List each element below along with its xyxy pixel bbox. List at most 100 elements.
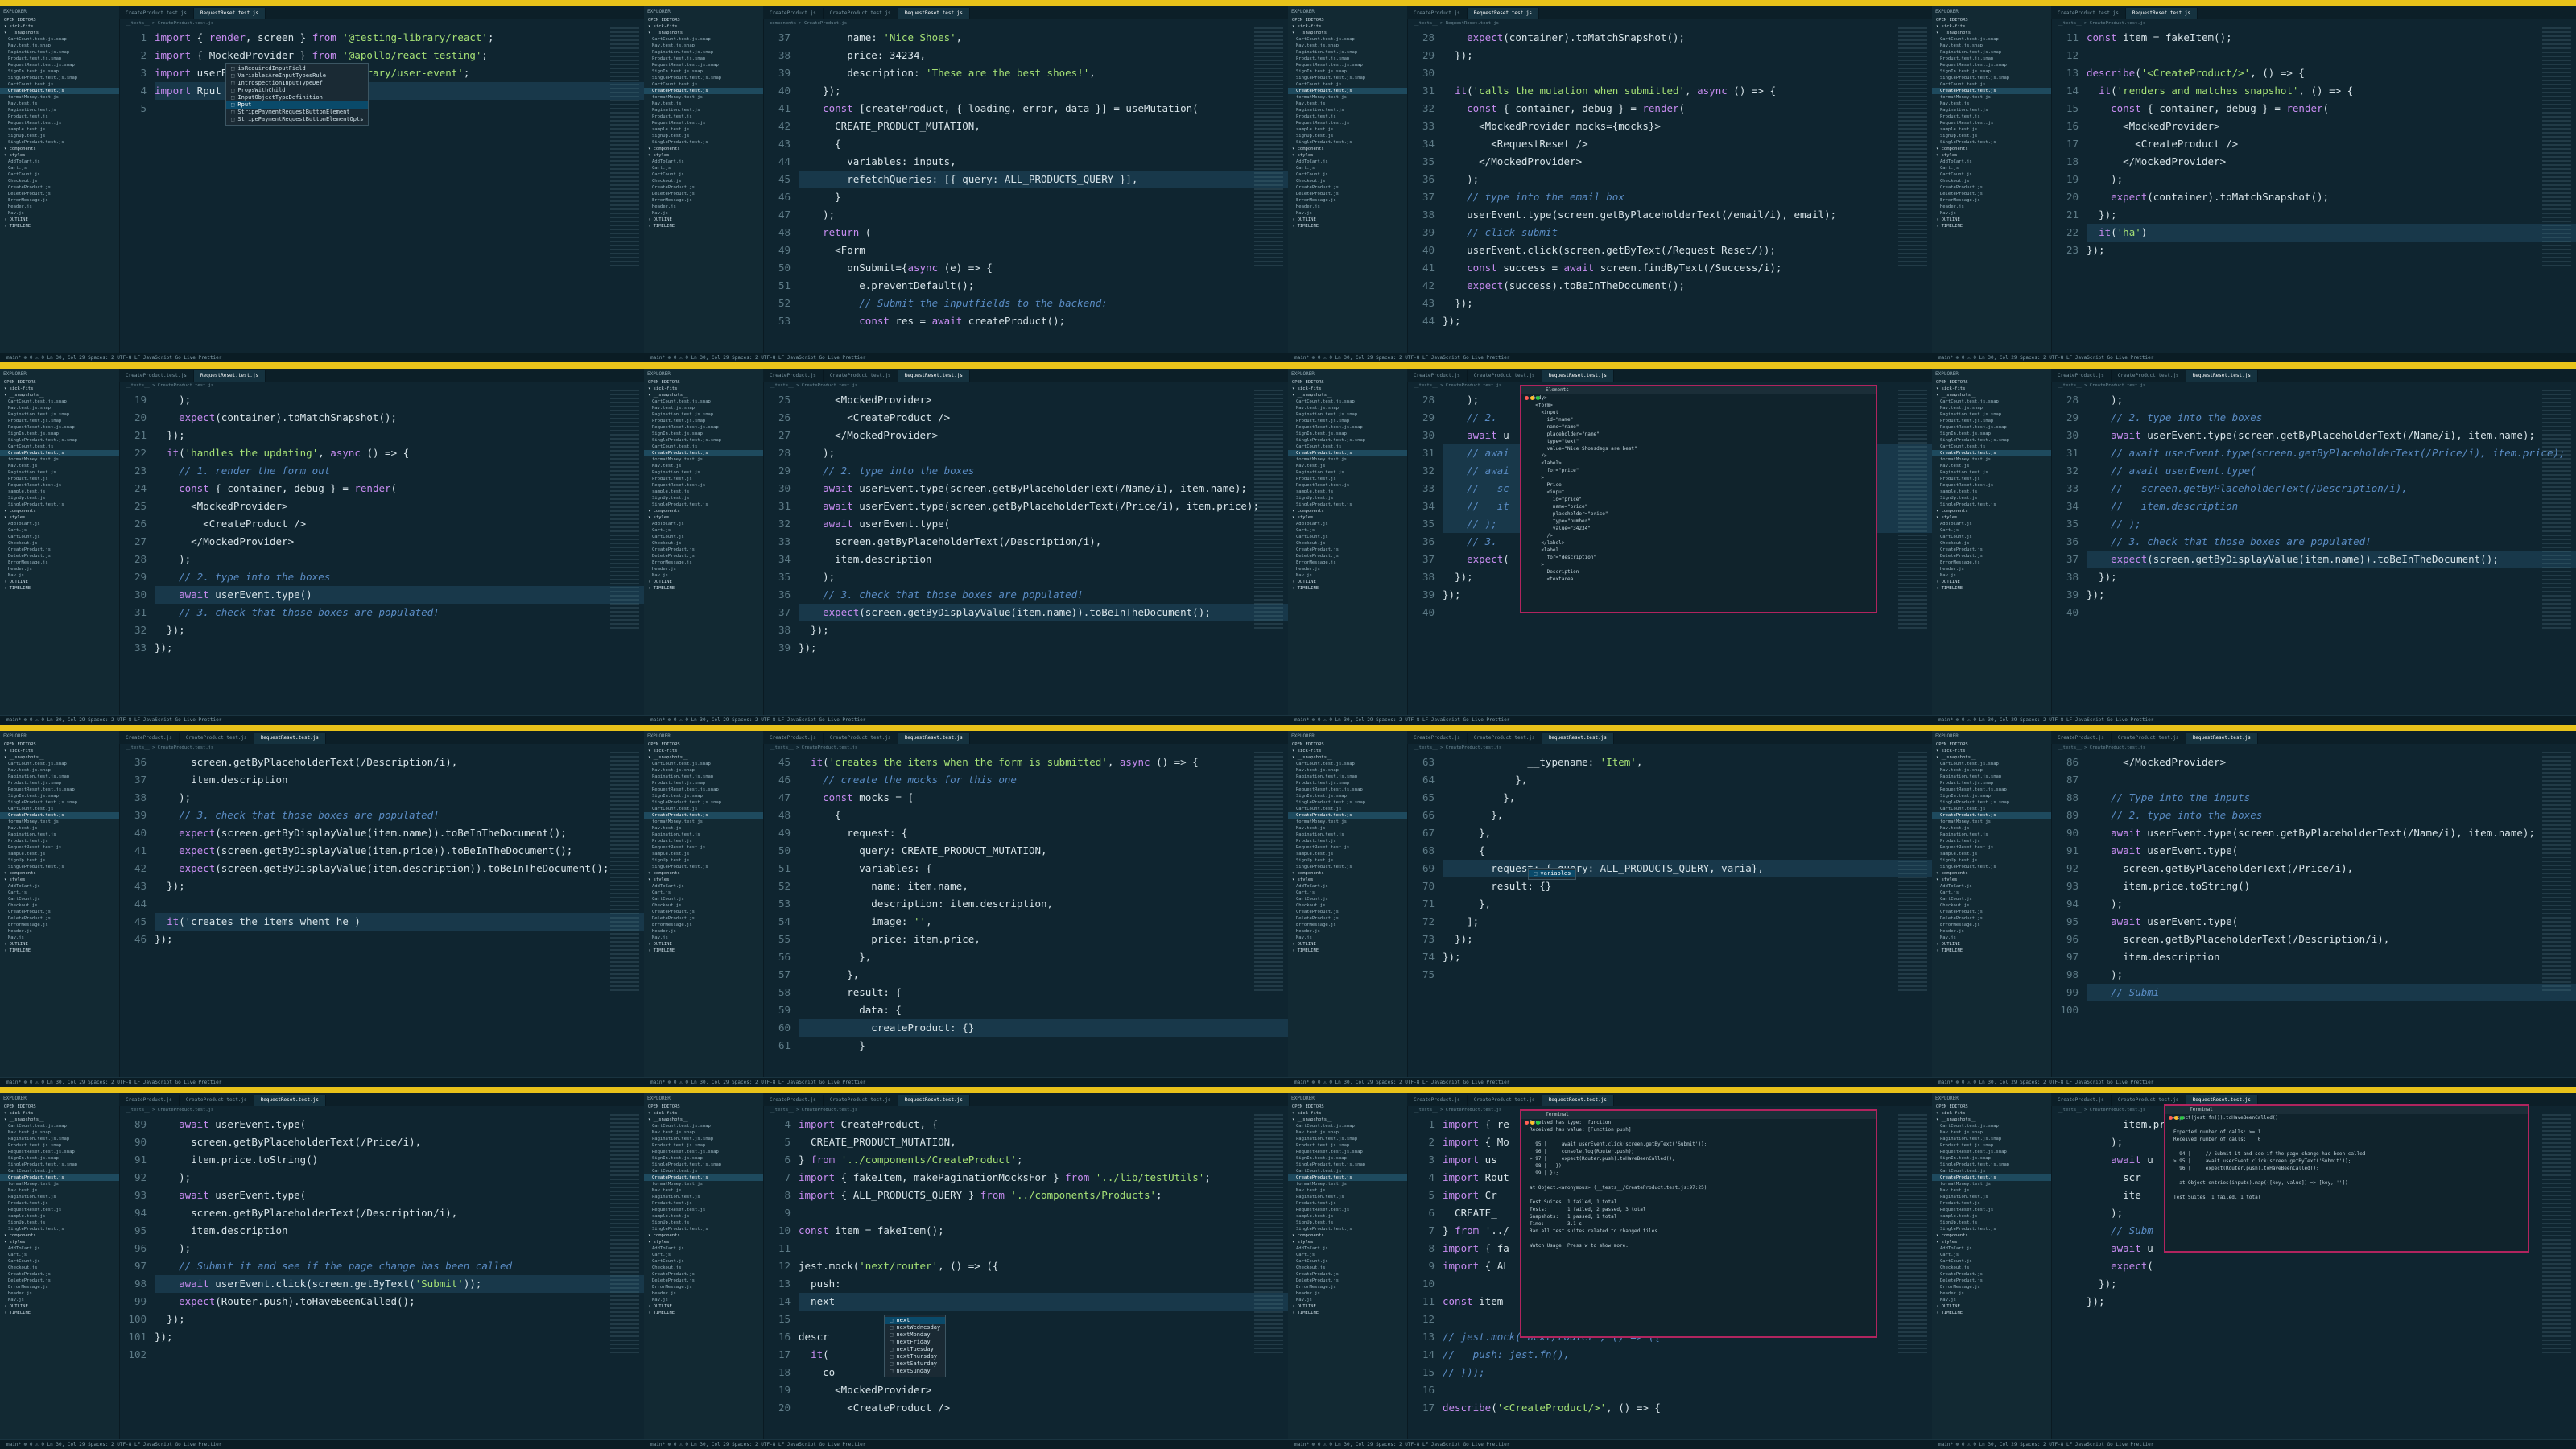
file-item[interactable]: formatMoney.test.js — [1288, 1181, 1407, 1187]
file-item[interactable]: CartCount.js — [644, 1258, 763, 1265]
code-line[interactable]: 5 CREATE_PRODUCT_MUTATION, — [784, 1133, 1288, 1151]
file-item[interactable]: formatMoney.test.js — [644, 819, 763, 825]
file-item[interactable]: Nav.test.js.snap — [1932, 43, 2051, 49]
file-item[interactable]: Nav.test.js.snap — [1288, 1129, 1407, 1136]
file-item[interactable]: SignUp.test.js — [1288, 133, 1407, 139]
editor-tab[interactable]: RequestReset.test.js — [254, 733, 326, 744]
editor-tab[interactable]: RequestReset.test.js — [193, 8, 266, 19]
file-item[interactable]: RequestReset.test.js — [1932, 482, 2051, 489]
file-item[interactable]: CartCount.test.js — [1288, 806, 1407, 812]
suggestion-item[interactable]: ⬚ IntrospectionInputTypeDef — [226, 80, 368, 87]
file-item[interactable]: CartCount.test.js — [0, 444, 119, 450]
code-line[interactable]: 16 <MockedProvider> — [2066, 118, 2576, 135]
code-line[interactable]: 91 await userEvent.type( — [2066, 842, 2576, 860]
file-item[interactable]: Nav.test.js — [1288, 1187, 1407, 1194]
file-item[interactable]: Checkout.js — [0, 540, 119, 547]
code-lines[interactable]: 1 import { render, screen } from '@testin… — [119, 29, 644, 118]
code-line[interactable]: 43 { — [778, 135, 1288, 153]
file-item[interactable]: Cart.js — [1932, 890, 2051, 896]
folder-item[interactable]: ▾ __snapshots__ — [1288, 1117, 1407, 1123]
file-item[interactable]: ErrorMessage.js — [0, 922, 119, 928]
editor-tab[interactable]: CreateProduct.test.js — [824, 1095, 898, 1106]
folder-item[interactable]: ▾ sick-fits — [1288, 23, 1407, 30]
file-item[interactable]: ErrorMessage.js — [644, 1284, 763, 1290]
autocomplete-popup[interactable]: ⬚ next ⬚ nextWednesday ⬚ nextMonday ⬚ nextF… — [884, 1315, 947, 1377]
minimize-icon[interactable] — [1530, 1121, 1534, 1125]
folder-item[interactable]: ▾ __snapshots__ — [0, 30, 119, 36]
file-item[interactable]: ErrorMessage.js — [0, 197, 119, 204]
file-item[interactable]: AddToCart.js — [644, 1245, 763, 1252]
file-item[interactable]: Cart.js — [0, 527, 119, 534]
code-lines[interactable]: 36 screen.getByPlaceholderText(/Descript… — [119, 753, 644, 948]
suggestion-item[interactable]: ⬚ nextSunday — [885, 1368, 945, 1375]
file-item[interactable]: Product.test.js — [644, 838, 763, 844]
code-line[interactable]: 49 <Form — [778, 242, 1288, 259]
outline-section[interactable]: › OUTLINE — [0, 217, 119, 223]
folder-item[interactable]: ▾ sick-fits — [0, 23, 119, 30]
file-item[interactable]: Product.test.js.snap — [1288, 1142, 1407, 1149]
file-item[interactable]: RequestReset.test.js.snap — [1288, 786, 1407, 793]
code-line[interactable]: 9 — [784, 1204, 1288, 1222]
folder-item[interactable]: ▾ __snapshots__ — [644, 30, 763, 36]
code-line[interactable]: 66 }, — [1422, 807, 1932, 824]
file-item[interactable]: Nav.test.js — [1932, 1187, 2051, 1194]
code-line[interactable]: 51 variables: { — [778, 860, 1288, 877]
file-item[interactable]: CreateProduct.js — [1932, 184, 2051, 191]
suggestion-item[interactable]: ⬚ StripePaymentRequestButtonElementOpts — [226, 116, 368, 123]
folder-item[interactable]: ▾ styles — [1932, 1239, 2051, 1245]
file-item[interactable]: SingleProduct.test.js — [1288, 502, 1407, 508]
file-item[interactable]: CartCount.js — [644, 896, 763, 902]
file-item[interactable]: Checkout.js — [644, 178, 763, 184]
file-item[interactable]: Nav.test.js.snap — [644, 767, 763, 774]
file-item[interactable]: Checkout.js — [644, 902, 763, 909]
code-editor[interactable]: CreateProduct.js CreateProduct.test.js Req… — [119, 731, 644, 1077]
code-line[interactable]: 29 }); — [1422, 47, 1932, 64]
code-line[interactable]: 28 ); — [778, 444, 1288, 462]
file-item[interactable]: CartCount.test.js.snap — [1288, 761, 1407, 767]
code-line[interactable]: 34 <RequestReset /> — [1422, 135, 1932, 153]
file-item[interactable]: Nav.test.js.snap — [1932, 1129, 2051, 1136]
zoom-icon[interactable] — [1536, 1121, 1540, 1125]
file-item[interactable]: CreateProduct.js — [0, 184, 119, 191]
file-item[interactable]: Header.js — [1932, 1290, 2051, 1297]
file-item[interactable]: Nav.js — [0, 935, 119, 941]
outline-section[interactable]: › OUTLINE — [1288, 941, 1407, 947]
file-item[interactable]: Product.test.js.snap — [0, 418, 119, 424]
folder-item[interactable]: ▾ __snapshots__ — [1932, 1117, 2051, 1123]
open-editors-header[interactable]: OPEN EDITORS — [0, 379, 119, 386]
folder-item[interactable]: ▾ styles — [1932, 152, 2051, 159]
outline-section[interactable]: › OUTLINE — [1932, 579, 2051, 585]
code-line[interactable]: 25 <MockedProvider> — [134, 497, 644, 515]
code-line[interactable]: 43 }); — [1422, 295, 1932, 312]
file-item[interactable]: DeleteProduct.js — [1288, 915, 1407, 922]
file-item[interactable]: Pagination.test.js.snap — [644, 49, 763, 56]
file-item[interactable]: RequestReset.test.js.snap — [1932, 786, 2051, 793]
code-line[interactable]: 35 ); — [778, 568, 1288, 586]
code-line[interactable]: 100 — [2060, 1001, 2576, 1019]
code-line[interactable]: 72 ]; — [1422, 913, 1932, 931]
folder-item[interactable]: ▾ styles — [1288, 152, 1407, 159]
file-item[interactable]: SignIn.test.js.snap — [1932, 1155, 2051, 1162]
file-item[interactable]: RequestReset.test.js — [0, 844, 119, 851]
file-item[interactable]: formatMoney.test.js — [0, 1181, 119, 1187]
file-item[interactable]: sample.test.js — [1932, 1213, 2051, 1220]
minimap[interactable] — [610, 752, 639, 993]
file-item[interactable]: SignIn.test.js.snap — [0, 793, 119, 799]
code-line[interactable]: 8 import { ALL_PRODUCTS_QUERY } from '../… — [784, 1187, 1288, 1204]
code-line[interactable]: 12 jest.mock('next/router', () => ({ — [778, 1257, 1288, 1275]
file-item[interactable]: CartCount.js — [0, 1258, 119, 1265]
file-item[interactable]: DeleteProduct.js — [1932, 1278, 2051, 1284]
file-item[interactable]: sample.test.js — [1288, 489, 1407, 495]
file-item[interactable]: CartCount.js — [1288, 1258, 1407, 1265]
file-item[interactable]: CreateProduct.js — [1932, 909, 2051, 915]
code-line[interactable]: 15 const { container, debug } = render( — [2066, 100, 2576, 118]
code-line[interactable]: 19 ); — [2066, 171, 2576, 188]
file-item[interactable]: CartCount.test.js — [644, 444, 763, 450]
file-item[interactable]: Pagination.test.js.snap — [0, 49, 119, 56]
code-line[interactable]: 93 item.price.toString() — [2066, 877, 2576, 895]
code-line[interactable]: 59 data: { — [778, 1001, 1288, 1019]
file-item[interactable]: Nav.test.js.snap — [1288, 43, 1407, 49]
file-item[interactable]: CreateProduct.test.js — [644, 88, 763, 94]
file-item[interactable]: ErrorMessage.js — [1932, 559, 2051, 566]
code-line[interactable]: 68 { — [1422, 842, 1932, 860]
